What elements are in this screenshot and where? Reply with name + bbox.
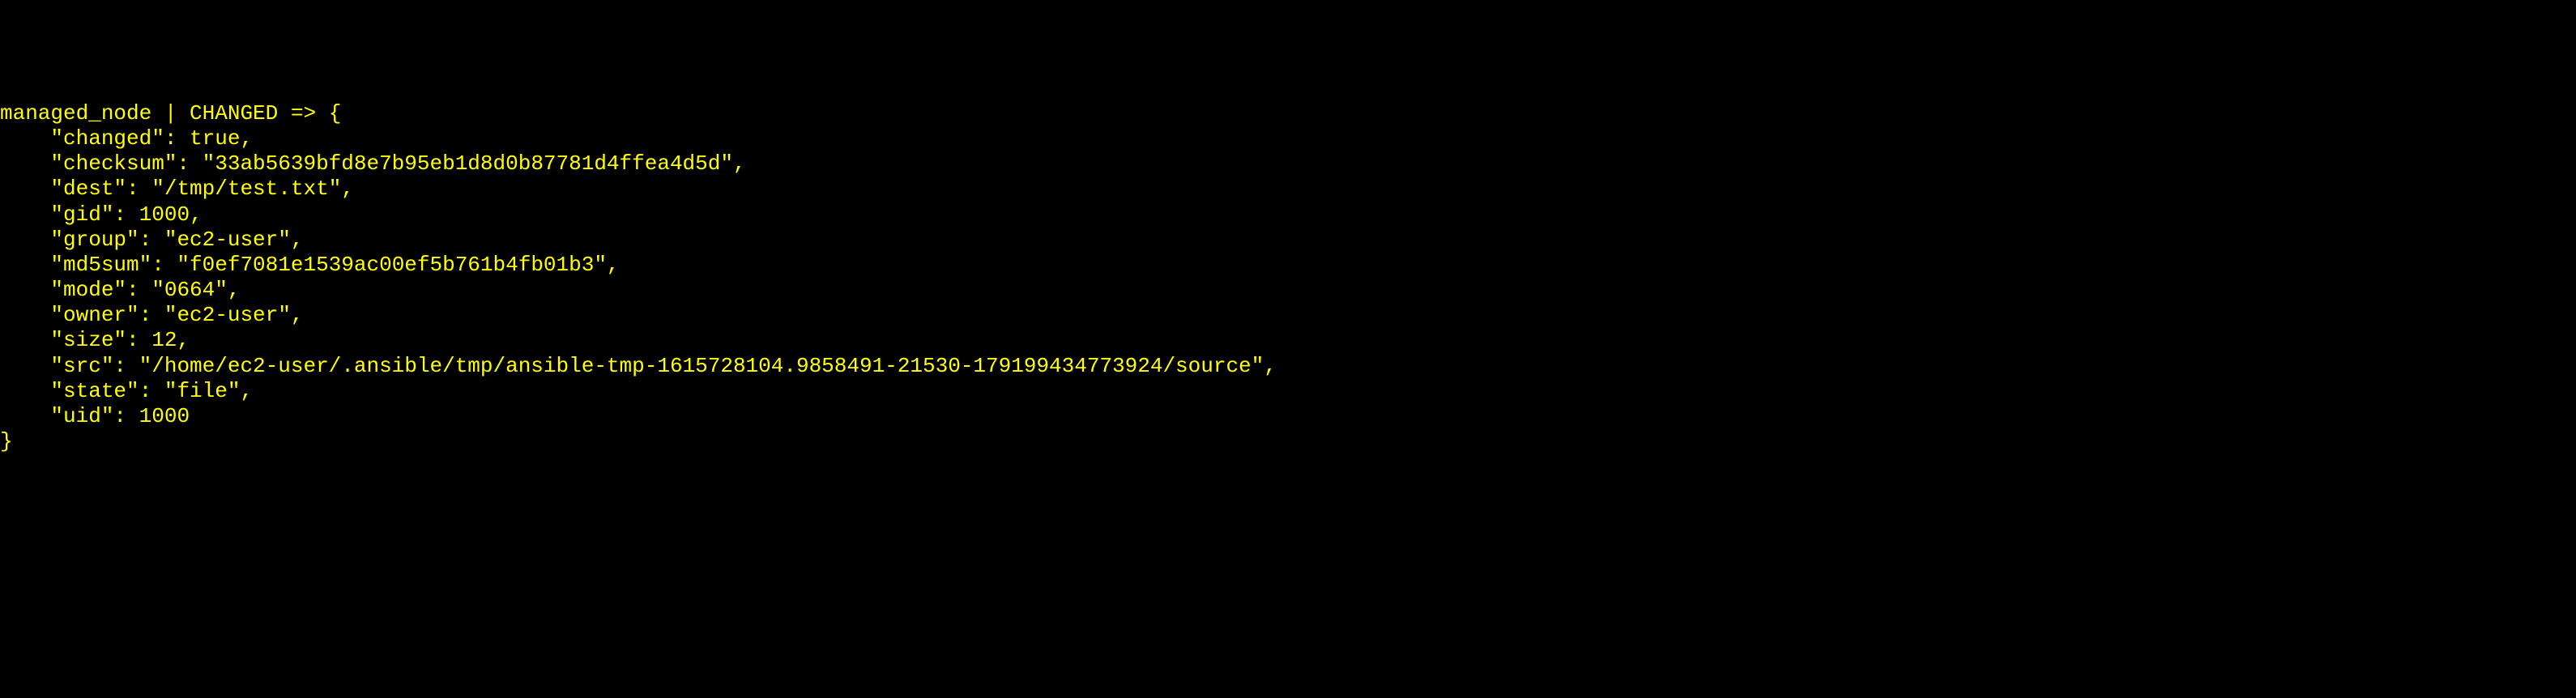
- md5sum-value: f0ef7081e1539ac00ef5b761b4fb01b3: [190, 253, 594, 277]
- mode-value: 0664: [164, 278, 215, 302]
- group-value: ec2-user: [177, 228, 278, 252]
- terminal-output: managed_node | CHANGED => { "changed": t…: [0, 101, 2576, 455]
- arrow: =>: [291, 101, 316, 126]
- owner-value: ec2-user: [177, 303, 278, 327]
- host-name: managed_node: [0, 101, 151, 126]
- size-value: 12: [151, 328, 177, 352]
- changed-value: true: [190, 126, 240, 151]
- gid-value: 1000: [139, 202, 190, 227]
- src-value: /home/ec2-user/.ansible/tmp/ansible-tmp-…: [151, 354, 1251, 378]
- state-value: file: [177, 379, 227, 403]
- uid-value: 1000: [139, 404, 190, 428]
- status-label: CHANGED: [190, 101, 278, 126]
- checksum-value: 33ab5639bfd8e7b95eb1d8d0b87781d4ffea4d5d: [215, 151, 720, 176]
- dest-value: /tmp/test.txt: [164, 177, 329, 201]
